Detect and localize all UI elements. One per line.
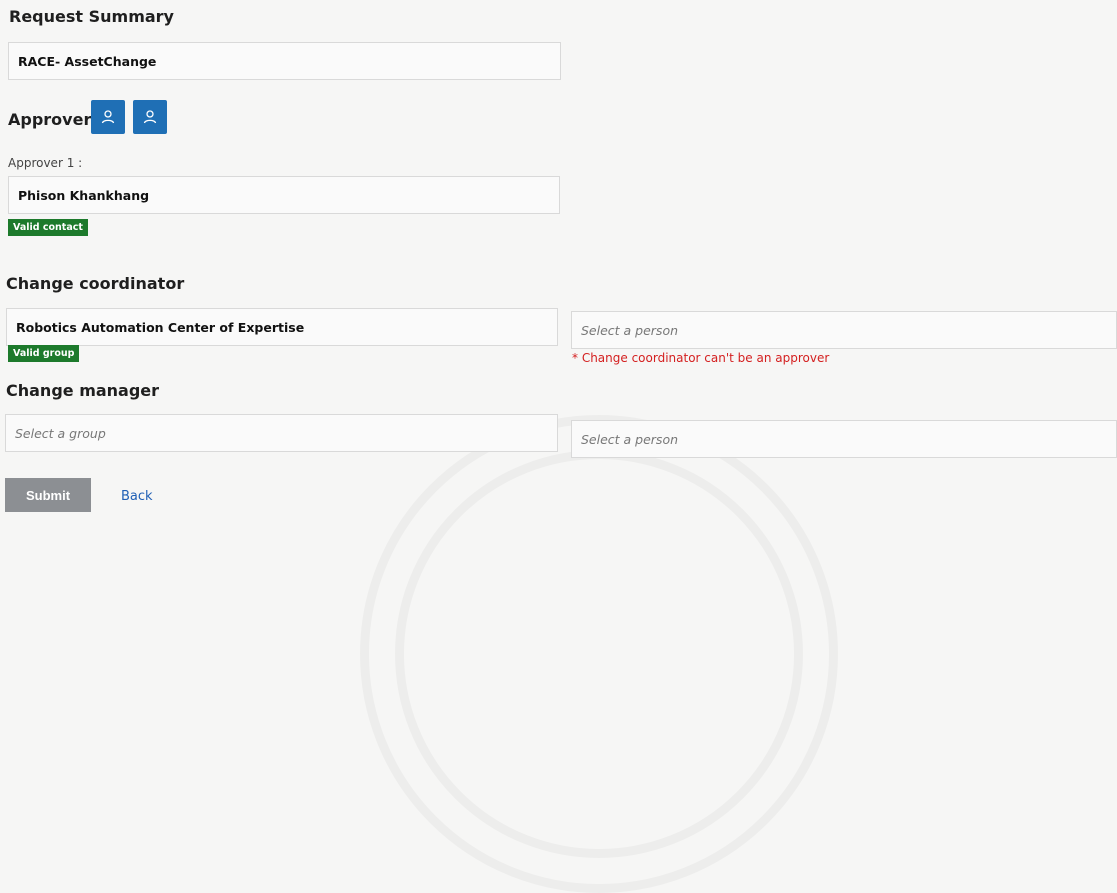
add-approver-button[interactable] (91, 100, 125, 134)
back-link[interactable]: Back (121, 489, 153, 504)
request-summary-title: Request Summary (9, 7, 174, 26)
user-icon (143, 110, 157, 124)
request-summary-value: RACE- AssetChange (18, 53, 157, 69)
approver-title: Approver (8, 110, 92, 129)
change-manager-person-field[interactable]: Select a person (571, 420, 1117, 458)
submit-button[interactable]: Submit (5, 478, 91, 512)
change-manager-group-placeholder: Select a group (15, 425, 106, 441)
approver1-label: Approver 1 : (8, 156, 83, 170)
change-manager-person-placeholder: Select a person (581, 431, 679, 447)
remove-approver-button[interactable] (133, 100, 167, 134)
user-icon (101, 110, 115, 124)
change-coordinator-person-field[interactable]: Select a person (571, 311, 1117, 349)
change-manager-group-field[interactable]: Select a group (5, 414, 558, 452)
valid-contact-badge: Valid contact (8, 219, 88, 236)
change-coordinator-person-placeholder: Select a person (581, 322, 679, 338)
change-coordinator-group-value: Robotics Automation Center of Expertise (16, 319, 305, 335)
change-coordinator-group-field[interactable]: Robotics Automation Center of Expertise (6, 308, 558, 346)
background-watermark (395, 450, 803, 858)
request-summary-field[interactable]: RACE- AssetChange (8, 42, 561, 80)
approver1-value: Phison Khankhang (18, 187, 150, 203)
change-coordinator-title: Change coordinator (6, 274, 185, 293)
change-coordinator-error: * Change coordinator can't be an approve… (572, 351, 830, 365)
approver1-field[interactable]: Phison Khankhang (8, 176, 560, 214)
valid-group-badge: Valid group (8, 345, 80, 362)
change-manager-title: Change manager (6, 381, 160, 400)
